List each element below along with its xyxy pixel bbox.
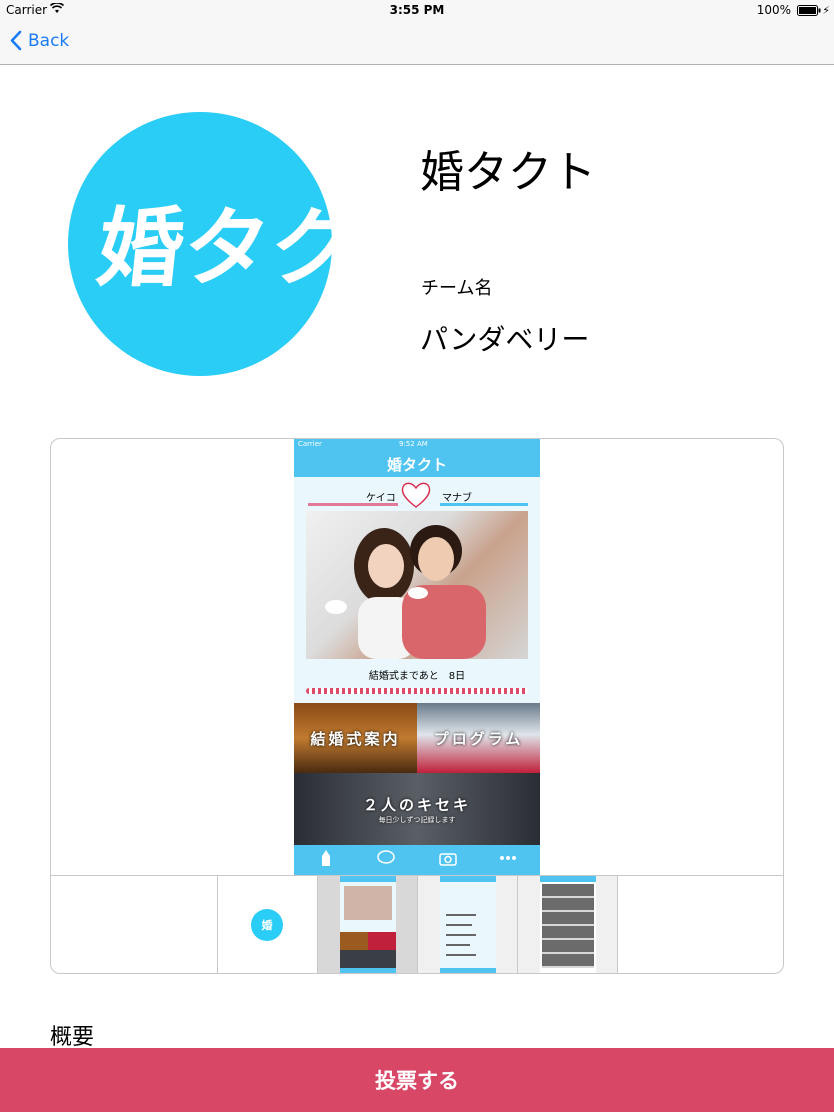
tile-program: プログラム: [417, 703, 540, 773]
thumbnail-home-image: [340, 876, 396, 973]
thumbnail-photos-image: [540, 876, 596, 973]
thumbnail-divider: [617, 876, 618, 973]
screenshot-tab-bar: [294, 845, 540, 875]
overview-heading: 概要: [50, 1025, 95, 1050]
back-button[interactable]: Back: [10, 30, 69, 51]
thumbnail-strip: 婚: [51, 875, 783, 973]
battery-percentage: 100%: [756, 3, 791, 17]
couple-photo: [306, 511, 528, 659]
tile-kiseki-subtitle: 毎日少しずつ記録します: [378, 815, 456, 824]
back-label: Back: [28, 30, 70, 51]
thumbnail-program-image: [440, 876, 496, 973]
status-bar: Carrier 3:55 PM 100% ⚡: [0, 0, 834, 20]
screenshot-header: 婚タクト: [294, 451, 540, 477]
navigation-bar: Back: [0, 20, 834, 65]
thumbnail-program[interactable]: [417, 876, 518, 973]
more-icon: [500, 856, 516, 860]
screenshot-carrier: Carrier: [298, 440, 322, 448]
tile-program-label: プログラム: [433, 729, 524, 748]
tile-wedding-info: 結婚式案内: [294, 703, 417, 773]
lace-decoration: [306, 688, 528, 694]
team-name: パンダベリー: [420, 323, 590, 356]
chat-icon: [377, 850, 395, 864]
church-icon: [322, 850, 330, 866]
groom-name: ケイコ: [366, 493, 396, 504]
couple-names: ケイコ マナブ: [294, 479, 540, 509]
heart-icon: [401, 482, 431, 508]
main-screenshot[interactable]: Carrier 9:52 AM 婚タクト ケイコ マナブ 結婚式まであと 8日 …: [294, 439, 540, 875]
screenshot-time: 9:52 AM: [399, 440, 428, 448]
chevron-left-icon: [10, 30, 22, 51]
charging-icon: ⚡: [822, 4, 830, 17]
app-title: 婚タクト: [420, 147, 596, 198]
app-icon: 婚タクト: [68, 112, 447, 376]
thumbnail-photos[interactable]: [517, 876, 618, 973]
bride-name: マナブ: [442, 493, 472, 504]
battery-icon: [797, 5, 821, 16]
screenshot-status-bar: Carrier 9:52 AM: [294, 439, 540, 451]
app-logo-text: 婚タクト: [92, 199, 332, 299]
wedding-countdown: 結婚式まであと 8日: [368, 671, 466, 682]
screenshot-logo: 婚タクト: [386, 456, 447, 474]
thumbnail-app-icon[interactable]: 婚: [217, 876, 318, 973]
team-label: チーム名: [421, 278, 493, 299]
tile-kiseki: ２人のキセキ 毎日少しずつ記録します: [294, 773, 540, 845]
camera-icon: [439, 853, 457, 866]
screenshot-gallery[interactable]: Carrier 9:52 AM 婚タクト ケイコ マナブ 結婚式まであと 8日 …: [50, 438, 784, 974]
tile-wedding-info-label: 結婚式案内: [310, 729, 401, 748]
tile-kiseki-label: ２人のキセキ: [362, 795, 471, 814]
thumbnail-logo: 婚: [251, 909, 283, 941]
status-time: 3:55 PM: [389, 3, 445, 17]
thumbnail-home[interactable]: [317, 876, 418, 973]
app-logo-graphic: 婚タクト: [92, 199, 446, 299]
vote-button[interactable]: 投票する: [0, 1048, 834, 1112]
